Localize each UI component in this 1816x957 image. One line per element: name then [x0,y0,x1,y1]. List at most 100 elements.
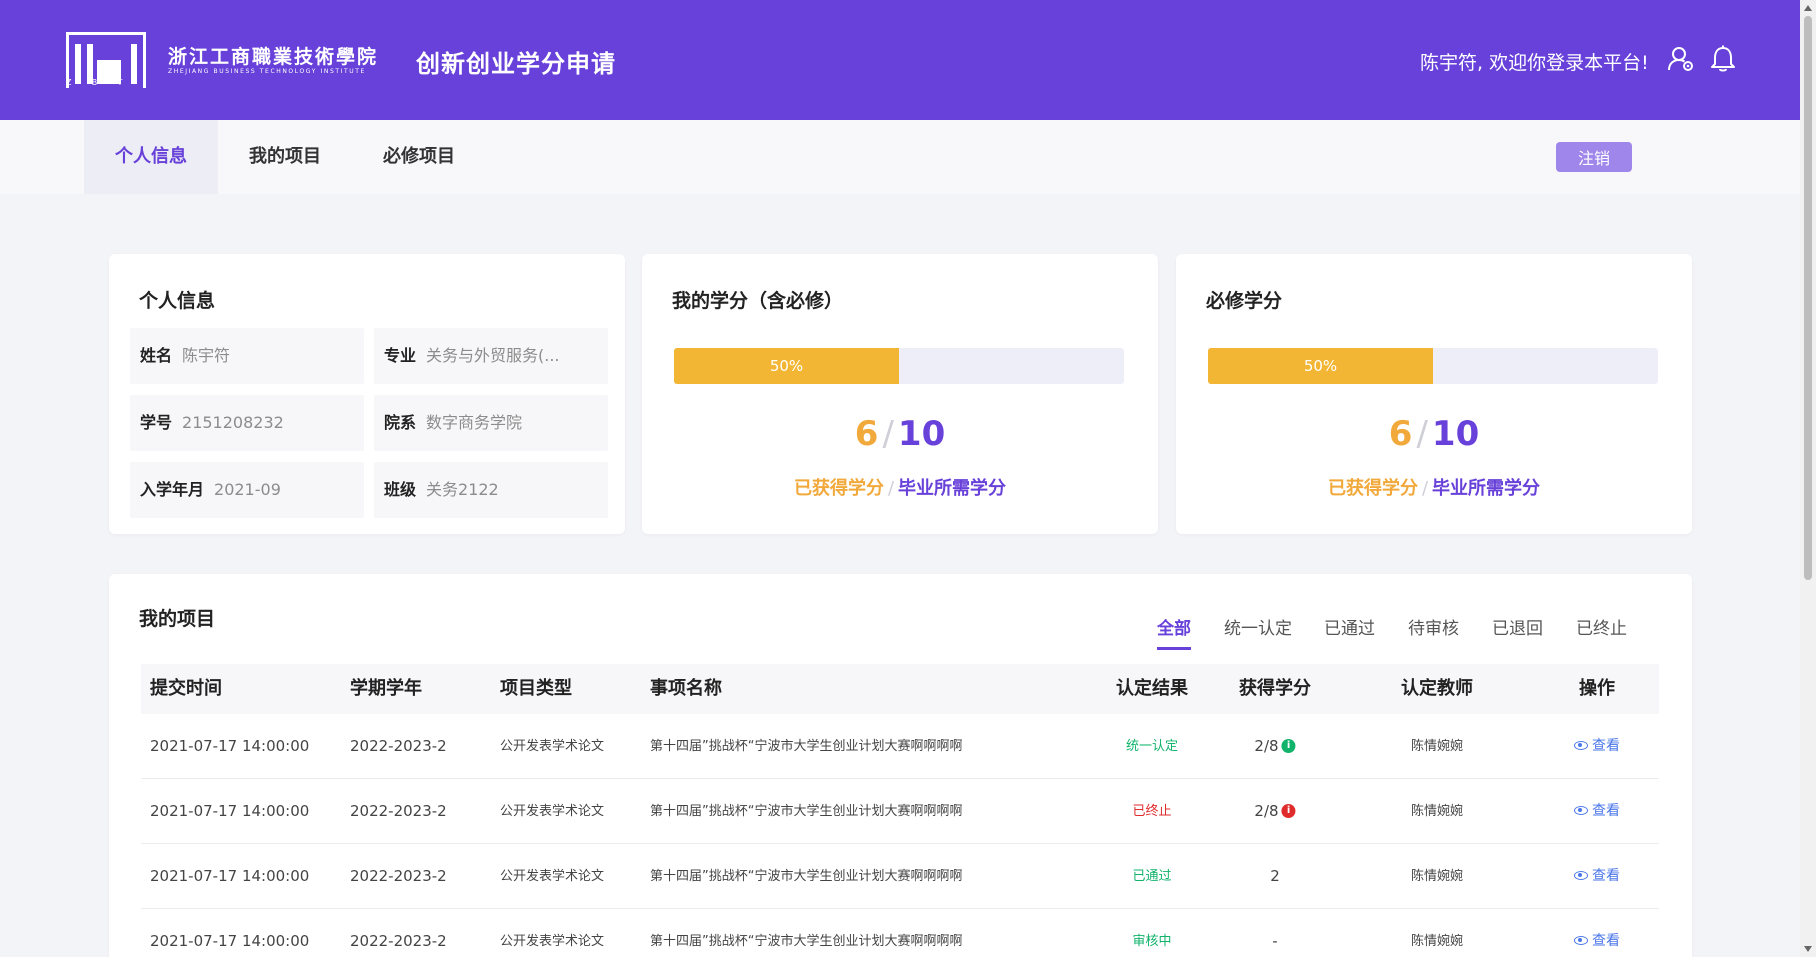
filter-pending[interactable]: 待审核 [1408,614,1459,647]
cell-result: 已终止 [1132,804,1172,819]
table-row: 2021-07-17 14:00:00 2022-2023-2 公开发表学术论文… [141,779,1659,844]
credit-numbers: 6/10 [642,414,1158,454]
cell-credits: 2/8 i [1254,779,1296,844]
earned-credits: 6 [1388,414,1413,454]
table-row: 2021-07-17 14:00:00 2022-2023-2 公开发表学术论文… [141,844,1659,909]
logo-letter: I [142,78,146,87]
filter-unified[interactable]: 统一认定 [1224,614,1292,647]
column-header: 操作 [1579,678,1615,699]
view-label: 查看 [1592,933,1620,949]
cell-time: 2021-07-17 14:00:00 [150,737,310,755]
scroll-up-arrow-icon[interactable] [1804,5,1812,11]
my-credits-card: 我的学分（含必修） 50% 6/10 已获得学分 / 毕业所需学分 [642,254,1158,534]
field-value: 2151208232 [182,413,284,432]
required-credits: 10 [1431,414,1480,454]
field-label: 院系 [384,413,417,432]
cell-name: 第十四届”挑战杯“宁波市大学生创业计划大赛啊啊啊啊 [650,869,963,884]
column-header: 获得学分 [1239,678,1311,699]
view-link[interactable]: 查看 [1574,844,1620,909]
scroll-down-arrow-icon[interactable] [1804,946,1812,952]
cell-term: 2022-2023-2 [350,932,447,950]
app-header: Z B T I 浙江工商職業技術學院 ZHEJIANG BUSINESS TEC… [0,0,1800,120]
tab-personal-info[interactable]: 个人信息 [84,120,218,194]
filter-all[interactable]: 全部 [1157,614,1191,650]
info-icon[interactable]: i [1281,803,1296,818]
cell-teacher: 陈情婉婉 [1410,869,1464,884]
school-name-en: ZHEJIANG BUSINESS TECHNOLOGY INSTITUTE [168,68,366,75]
field-value: 关务与外贸服务(... [426,346,560,365]
info-icon[interactable]: i [1281,738,1296,753]
credit-labels: 已获得学分 / 毕业所需学分 [642,474,1158,500]
credits-value: 2/8 [1254,802,1279,820]
field-value: 2021-09 [214,480,281,499]
info-department: 院系 数字商务学院 [374,395,608,451]
cell-name: 第十四届”挑战杯“宁波市大学生创业计划大赛啊啊啊啊 [650,739,963,754]
earned-credits: 6 [854,414,879,454]
logout-button[interactable]: 注销 [1556,142,1632,172]
cell-credits: 2 [1270,867,1280,885]
credit-labels: 已获得学分 / 毕业所需学分 [1176,474,1692,500]
cell-time: 2021-07-17 14:00:00 [150,932,310,950]
filter-terminated[interactable]: 已终止 [1576,614,1627,647]
cell-term: 2022-2023-2 [350,802,447,820]
required-credits-card: 必修学分 50% 6/10 已获得学分 / 毕业所需学分 [1176,254,1692,534]
earned-label: 已获得学分 [1327,478,1418,499]
user-settings-icon[interactable] [1666,44,1696,74]
card-title: 个人信息 [139,290,216,312]
separator: / [1416,414,1428,454]
eye-icon [1574,870,1588,880]
page-scrollbar[interactable] [1800,0,1816,957]
logo-letter: Z [66,78,73,87]
cell-name: 第十四届”挑战杯“宁波市大学生创业计划大赛啊啊啊啊 [650,934,963,949]
progress-fill: 50% [1208,348,1433,384]
eye-icon [1574,805,1588,815]
field-value: 关务2122 [426,480,499,499]
logo-letters: Z B T I [66,78,146,87]
cell-result: 已通过 [1132,869,1172,884]
eye-icon [1574,935,1588,945]
logo-letter: T [117,78,124,87]
view-link[interactable]: 查看 [1574,909,1620,957]
credits-value: 2/8 [1254,737,1279,755]
app-title: 创新创业学分申请 [416,50,616,78]
field-value: 陈宇符 [182,346,231,365]
card-title: 我的项目 [139,608,216,630]
main-nav: 个人信息 我的项目 必修项目 注销 [0,120,1800,194]
cell-teacher: 陈情婉婉 [1410,739,1464,754]
separator: / [887,478,895,499]
progress-fill: 50% [674,348,899,384]
scrollbar-thumb[interactable] [1804,16,1812,580]
cell-type: 公开发表学术论文 [500,739,605,754]
table-header: 提交时间 学期学年 项目类型 事项名称 认定结果 获得学分 认定教师 操作 [141,664,1659,714]
personal-info-card: 个人信息 姓名 陈宇符 专业 关务与外贸服务(... 学号 2151208232 院系… [109,254,625,534]
field-label: 班级 [384,480,417,499]
credit-numbers: 6/10 [1176,414,1692,454]
filter-passed[interactable]: 已通过 [1324,614,1375,647]
cell-type: 公开发表学术论文 [500,869,605,884]
required-label: 毕业所需学分 [1432,478,1541,499]
view-link[interactable]: 查看 [1574,714,1620,779]
table-row: 2021-07-17 14:00:00 2022-2023-2 公开发表学术论文… [141,714,1659,779]
tab-my-projects[interactable]: 我的项目 [218,120,352,194]
column-header: 认定结果 [1116,678,1188,699]
cell-teacher: 陈情婉婉 [1410,934,1464,949]
cell-type: 公开发表学术论文 [500,934,605,949]
info-major: 专业 关务与外贸服务(... [374,328,608,384]
separator: / [1421,478,1429,499]
filter-returned[interactable]: 已退回 [1492,614,1543,647]
tab-required-projects[interactable]: 必修项目 [352,120,486,194]
credits-progress-bar: 50% [674,348,1124,384]
required-label: 毕业所需学分 [898,478,1007,499]
view-link[interactable]: 查看 [1574,779,1620,844]
logo-letter: B [91,78,99,87]
separator: / [882,414,894,454]
column-header: 项目类型 [500,678,572,699]
cell-time: 2021-07-17 14:00:00 [150,867,310,885]
bell-icon[interactable] [1708,44,1738,74]
card-title: 必修学分 [1206,290,1283,312]
eye-icon [1574,740,1588,750]
required-credits: 10 [897,414,946,454]
info-enrollment: 入学年月 2021-09 [130,462,364,518]
welcome-text: 陈宇符, 欢迎你登录本平台! [1420,52,1649,74]
credits-progress-bar: 50% [1208,348,1658,384]
